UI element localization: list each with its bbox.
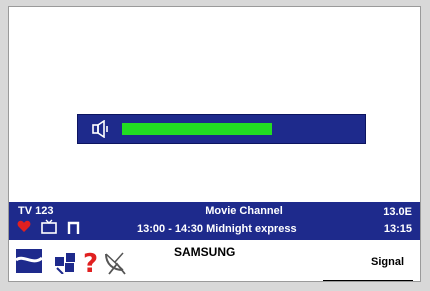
tv-screen: TV 123 Movie Channel 13:00 - 14:30 Midni…: [8, 6, 421, 282]
swap-icon[interactable]: [53, 250, 77, 274]
channel-name: Movie Channel: [205, 205, 283, 217]
picture-icon[interactable]: [15, 248, 43, 274]
tv-icon[interactable]: [41, 219, 57, 234]
satellite-icon[interactable]: [103, 248, 129, 276]
volume-level: [122, 123, 272, 135]
signal-meter: [323, 280, 413, 282]
volume-osd: [77, 114, 366, 144]
brand-label: SAMSUNG: [174, 245, 236, 259]
speaker-icon: [92, 120, 108, 138]
channel-number: TV 123: [18, 205, 54, 217]
signal-label: Signal: [371, 256, 405, 268]
help-icon[interactable]: ?: [82, 248, 100, 276]
signal-level: [324, 281, 387, 282]
heart-icon[interactable]: [17, 220, 31, 233]
teletext-icon[interactable]: [67, 220, 81, 234]
program-info: 13:00 - 14:30 Midnight express: [137, 223, 297, 235]
bottom-panel: ? SAMSUNG Signal: [9, 240, 420, 282]
channel-info-bar: TV 123 Movie Channel 13:00 - 14:30 Midni…: [9, 202, 420, 240]
time-start: 13.0E: [383, 206, 412, 218]
time-end: 13:15: [383, 223, 412, 235]
volume-track[interactable]: [122, 123, 322, 135]
svg-text:?: ?: [83, 249, 98, 276]
